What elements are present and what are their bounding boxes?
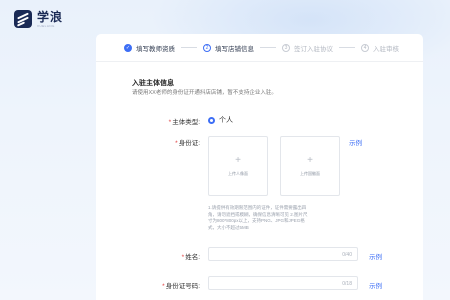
- step-sign-agreement: 3 签订入驻协议: [282, 43, 333, 53]
- form-card: ✓ 填写教师资质 2 填写店铺信息 3 签订入驻协议 4 入驻审核 入驻主体信息…: [96, 34, 423, 300]
- char-count: 0/18: [342, 280, 352, 287]
- logo-icon: [14, 10, 32, 28]
- id-number-example-link[interactable]: 示例: [369, 280, 382, 290]
- progress-steps: ✓ 填写教师资质 2 填写店铺信息 3 签订入驻协议 4 入驻审核: [96, 34, 423, 62]
- logo-name: 学浪: [37, 9, 64, 24]
- required-mark: *: [168, 119, 172, 126]
- step-divider: [260, 47, 276, 48]
- step-divider: [339, 47, 355, 48]
- step-label: 签订入驻协议: [294, 45, 333, 53]
- step-shop-info: 2 填写店铺信息: [203, 43, 254, 53]
- radio-label: 个人: [219, 117, 233, 124]
- name-input[interactable]: 0/40: [208, 247, 358, 261]
- check-icon: ✓: [124, 43, 132, 52]
- id-number-input[interactable]: 0/18: [208, 276, 358, 290]
- step-teacher-qualification: ✓ 填写教师资质: [124, 43, 175, 53]
- name-example-link[interactable]: 示例: [369, 251, 382, 261]
- id-card-example-link[interactable]: 示例: [349, 137, 362, 147]
- step-number: 3: [282, 43, 290, 52]
- id-card-hint: 1.请提供有效期限范围内的证件，证件需要露出四角，请勿遮挡或模糊，确保信息清晰可…: [208, 205, 308, 230]
- step-review: 4 入驻审核: [361, 43, 399, 53]
- step-number: 2: [203, 43, 211, 52]
- entity-type-label: *主体类型:: [168, 119, 200, 126]
- app-logo[interactable]: 学浪 XUELANG: [14, 10, 63, 28]
- entity-type-radio-individual[interactable]: 个人: [208, 115, 233, 125]
- required-mark: *: [181, 254, 185, 261]
- upload-caption: 上传人像面: [228, 171, 248, 176]
- upload-caption: 上传国徽面: [300, 171, 320, 176]
- radio-selected-icon: [208, 116, 215, 124]
- step-label: 填写教师资质: [136, 45, 175, 53]
- plus-icon: +: [307, 155, 313, 166]
- section-title: 入驻主体信息: [132, 80, 174, 87]
- required-mark: *: [175, 140, 178, 147]
- upload-id-back[interactable]: + 上传国徽面: [280, 136, 340, 196]
- id-card-label: *身份证:: [175, 140, 200, 147]
- step-number: 4: [361, 43, 369, 52]
- step-divider: [181, 47, 197, 48]
- char-count: 0/40: [342, 251, 352, 258]
- upload-id-front[interactable]: + 上传人像面: [208, 136, 268, 196]
- plus-icon: +: [235, 155, 241, 166]
- step-label: 入驻审核: [373, 45, 399, 53]
- section-subtitle: 请使用XX老师的身份证开通抖店店铺，暂不支持企业入驻。: [132, 90, 277, 96]
- id-number-label: *身份证号码:: [162, 283, 200, 290]
- logo-subtitle: XUELANG: [37, 23, 55, 28]
- step-label: 填写店铺信息: [215, 45, 254, 53]
- required-mark: *: [162, 283, 165, 290]
- name-label: *姓名:: [181, 254, 200, 261]
